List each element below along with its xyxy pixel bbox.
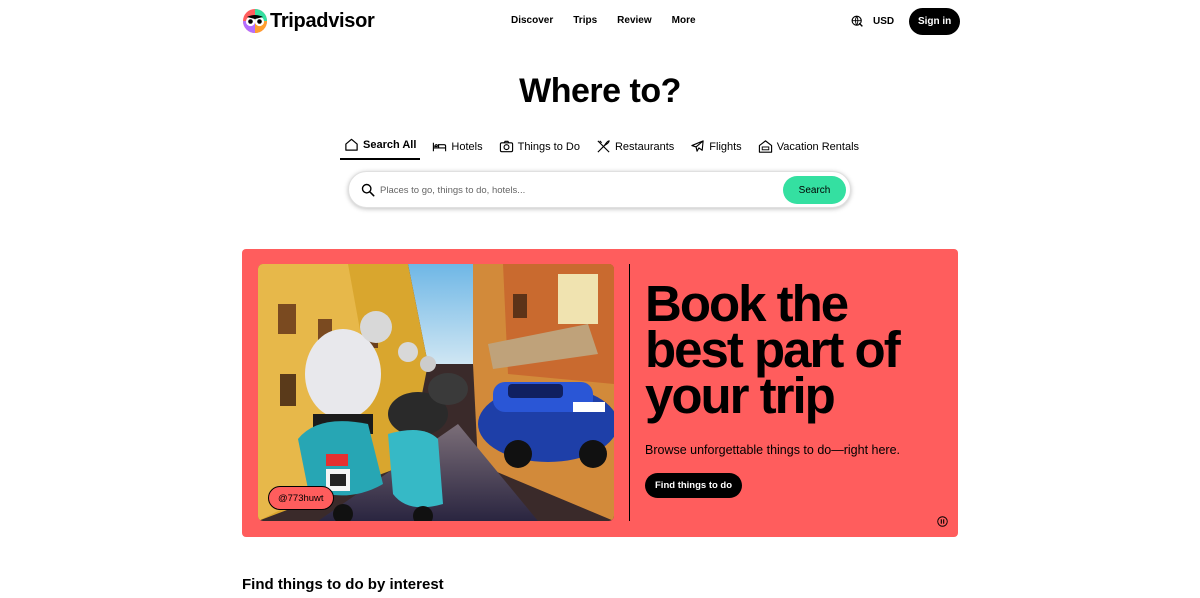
plane-icon [691,140,704,152]
promo-banner: @773huwt Book the best part of your trip… [242,249,958,537]
nav-item-more[interactable]: More [662,14,706,28]
tab-restaurants[interactable]: Restaurants [592,137,678,160]
bed-icon [433,142,447,152]
search-bar: Search [348,171,851,208]
search-input[interactable] [380,181,770,199]
camera-icon [499,140,513,153]
find-things-to-do-button[interactable]: Find things to do [645,473,743,498]
search-tabs: Search All Hotels Things to Do Restauran… [340,135,871,160]
sign-in-button[interactable]: Sign in [909,8,961,35]
brand-name: Tripadvisor [270,10,375,32]
tab-label: Vacation Rentals [776,140,860,153]
main-nav: Discover Trips Review More [501,14,706,28]
search-icon [361,183,375,197]
nav-item-discover[interactable]: Discover [501,14,563,28]
tab-things-to-do[interactable]: Things to Do [495,137,584,160]
tripadvisor-logo[interactable]: Tripadvisor [243,9,375,33]
site-header: Tripadvisor Discover Trips Review More U… [0,0,1200,44]
tab-hotels[interactable]: Hotels [428,137,486,160]
banner-photo: @773huwt [258,264,614,521]
tab-label: Search All [363,138,417,151]
globe-icon [851,15,863,27]
fork-knife-icon [597,140,610,153]
banner-divider [629,264,630,521]
pause-icon[interactable] [937,516,948,527]
tab-label: Things to Do [517,140,580,153]
page-title: Where to? [519,72,681,110]
currency-label: USD [873,16,895,27]
street-scooter-photo [258,264,614,521]
search-button[interactable]: Search [783,176,846,204]
home-icon [345,138,358,151]
owl-logo-icon [243,9,267,33]
photo-credit-badge[interactable]: @773huwt [268,486,334,510]
banner-subline: Browse unforgettable things to do—right … [645,443,901,457]
tab-flights[interactable]: Flights [686,137,745,160]
banner-headline: Book the best part of your trip [645,275,901,424]
currency-selector[interactable]: USD [851,15,894,28]
nav-item-review[interactable]: Review [607,14,661,28]
nav-item-trips[interactable]: Trips [563,14,607,28]
section-title: Find things to do by interest [242,576,444,593]
house-icon [758,140,772,153]
tab-label: Flights [709,140,742,153]
tab-label: Restaurants [614,140,675,153]
tab-search-all[interactable]: Search All [340,135,421,160]
tab-label: Hotels [451,140,483,153]
header-tools: USD Sign in [851,8,961,35]
tab-vacation-rentals[interactable]: Vacation Rentals [754,137,863,160]
